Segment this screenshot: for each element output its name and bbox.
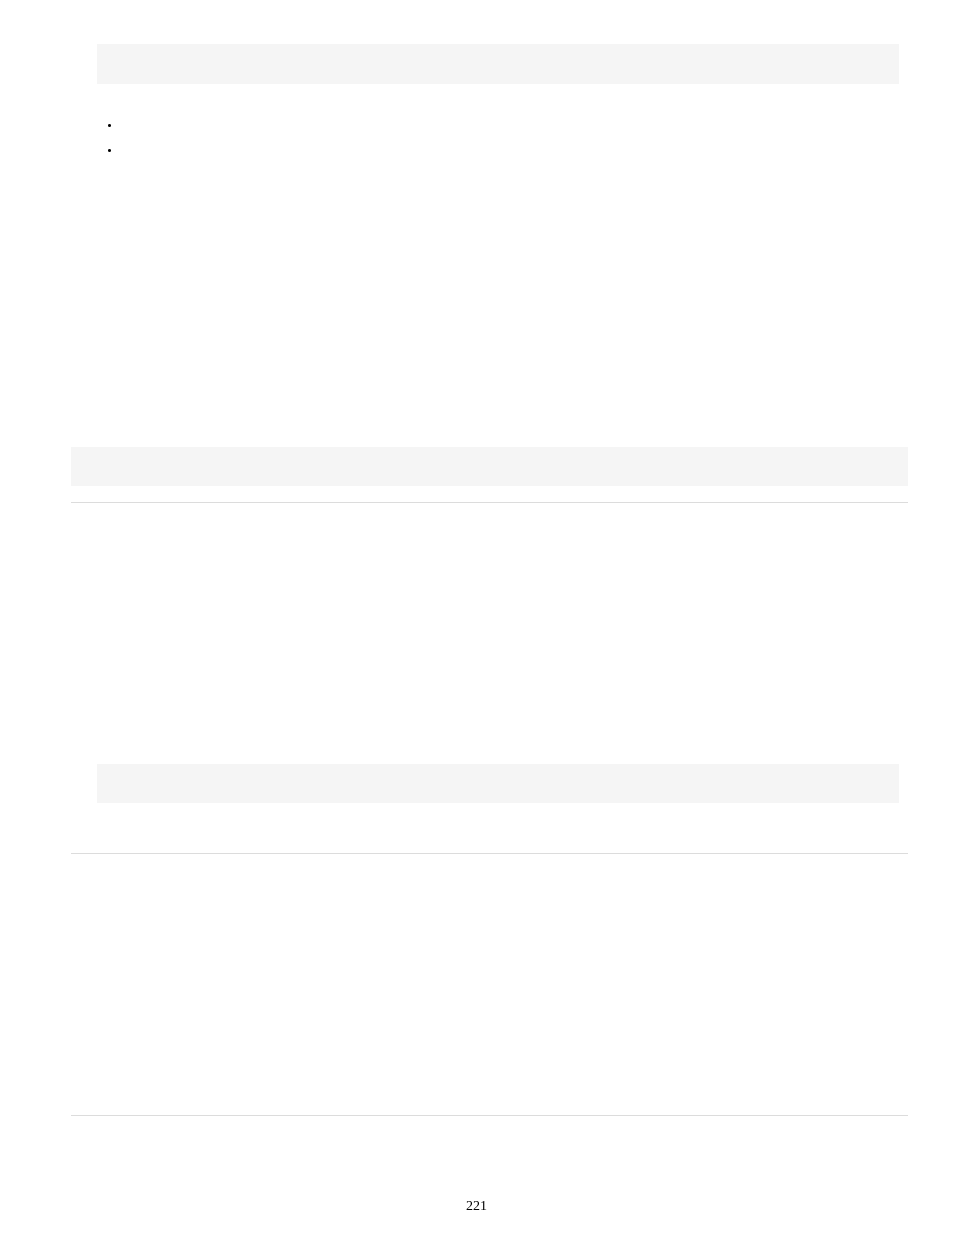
gray-bar-1 [97, 44, 899, 84]
bullet-1 [108, 124, 111, 127]
bullet-2 [108, 149, 111, 152]
gray-bar-2 [71, 447, 908, 486]
page-number: 221 [466, 1199, 487, 1215]
hr-2 [71, 853, 908, 854]
document-page: 221 [0, 0, 954, 1235]
hr-3 [71, 1115, 908, 1116]
hr-1 [71, 502, 908, 503]
gray-bar-3 [97, 764, 899, 803]
